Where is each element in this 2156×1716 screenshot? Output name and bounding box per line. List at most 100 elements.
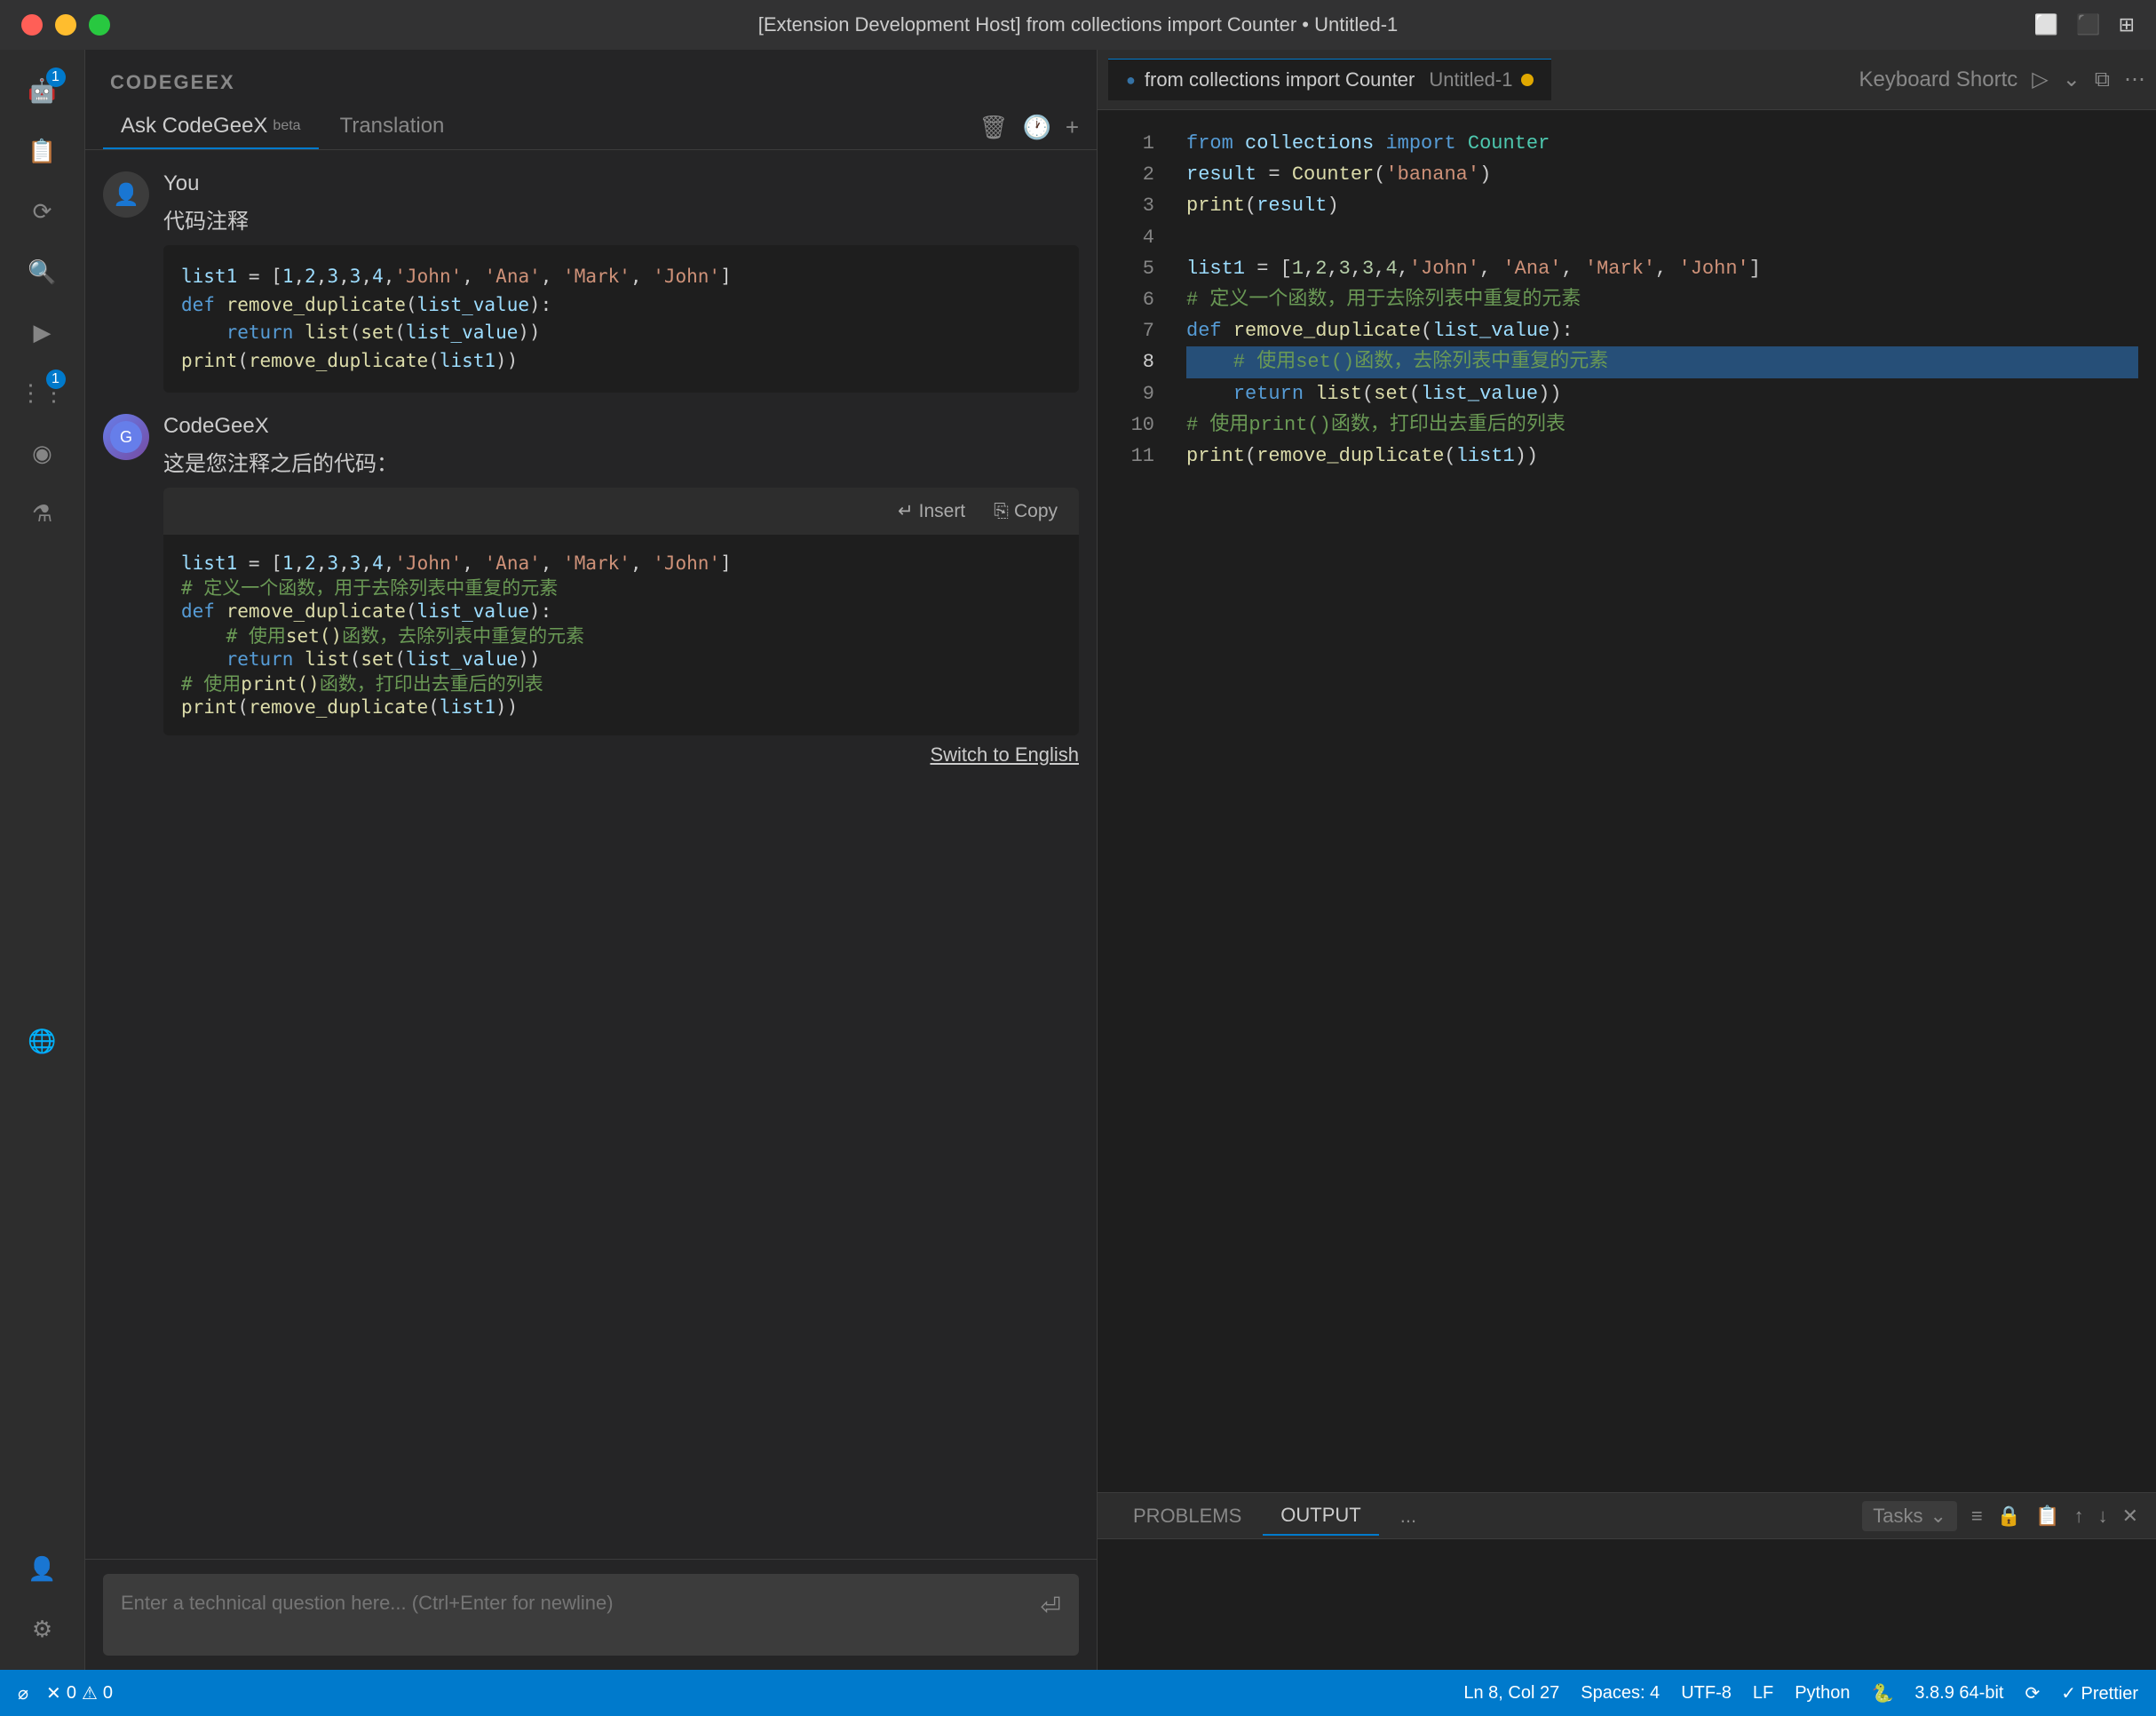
line-ending-setting[interactable]: LF bbox=[1753, 1683, 1773, 1704]
sidebar-item-settings[interactable]: ⚙ bbox=[16, 1602, 69, 1656]
testing-icon: ◉ bbox=[32, 440, 52, 467]
tab-translation[interactable]: Translation bbox=[322, 105, 463, 149]
python-version[interactable]: 3.8.9 64-bit bbox=[1914, 1683, 2003, 1704]
prettier-label[interactable]: ✓ Prettier bbox=[2061, 1682, 2138, 1704]
response-code-block: ↵ Insert ⎘ Copy list1 = [1,2,3,3,4,'John… bbox=[163, 488, 1079, 735]
user-icon: 👤 bbox=[113, 182, 139, 208]
spaces-setting[interactable]: Spaces: 4 bbox=[1581, 1683, 1660, 1704]
more-actions-icon[interactable]: ⋯ bbox=[2124, 67, 2145, 92]
line-num-4: 4 bbox=[1112, 222, 1154, 253]
switch-to-english-button[interactable]: Switch to English bbox=[930, 743, 1079, 766]
sidebar-item-testing[interactable]: ◉ bbox=[16, 426, 69, 480]
code-line-11: print(remove_duplicate(list1)) bbox=[1186, 441, 2138, 472]
titlebar-buttons bbox=[21, 14, 110, 36]
sidebar-item-remote[interactable]: 🌐 bbox=[16, 1014, 69, 1068]
activity-bar: 🤖 1 📋 ⟳ 🔍 ▶ ⋮⋮ 1 ◉ ⚗ 🌐 👤 bbox=[0, 50, 85, 1670]
split-view-icon[interactable]: ⧉ bbox=[2095, 68, 2110, 92]
code-line-8: # 使用set()函数，去除列表中重复的元素 bbox=[1186, 346, 2138, 377]
user-avatar: 👤 bbox=[103, 171, 149, 218]
sidebar-item-sync[interactable]: ⟳ bbox=[16, 185, 69, 238]
tab-output[interactable]: OUTPUT bbox=[1263, 1497, 1378, 1536]
editor-code-lines[interactable]: from collections import Counter result =… bbox=[1169, 110, 2156, 1492]
tab-ask-codegeex[interactable]: Ask CodeGeeX beta bbox=[103, 105, 319, 149]
settings-icon: ⚙ bbox=[32, 1616, 52, 1643]
user-code-block: list1 = [1,2,3,3,4,'John', 'Ana', 'Mark'… bbox=[163, 245, 1079, 393]
tab-problems[interactable]: PROBLEMS bbox=[1115, 1498, 1259, 1535]
sidebar-item-run[interactable]: ▶ bbox=[16, 306, 69, 359]
run-editor-icon[interactable]: ▷ bbox=[2032, 67, 2048, 92]
beta-badge: beta bbox=[273, 118, 300, 134]
ask-tab-label: Ask CodeGeeX bbox=[121, 114, 267, 139]
sync-icon[interactable]: ⟳ bbox=[2025, 1682, 2040, 1704]
new-chat-button[interactable]: + bbox=[1066, 114, 1079, 141]
language-mode[interactable]: Python bbox=[1795, 1683, 1850, 1704]
output-close-icon[interactable]: ✕ bbox=[2122, 1505, 2138, 1528]
output-lock-icon[interactable]: 🔒 bbox=[1997, 1505, 2021, 1528]
delete-chat-button[interactable]: 🗑 bbox=[979, 114, 1008, 141]
minimize-button[interactable] bbox=[55, 14, 76, 36]
sidebar-item-codegeex[interactable]: 🤖 1 bbox=[16, 64, 69, 117]
line-num-9: 9 bbox=[1112, 378, 1154, 409]
sidebar-item-flask[interactable]: ⚗ bbox=[16, 487, 69, 540]
svg-text:G: G bbox=[120, 428, 132, 446]
copy-icon: ⎘ bbox=[994, 501, 1009, 522]
task-selector[interactable]: Tasks ⌄ bbox=[1862, 1501, 1957, 1531]
send-button[interactable]: ⏎ bbox=[1041, 1592, 1061, 1621]
user-message-text: 代码注释 bbox=[163, 203, 1079, 234]
output-list-icon[interactable]: ≡ bbox=[1971, 1505, 1983, 1528]
remote-icon: ⌀ bbox=[18, 1682, 28, 1704]
close-button[interactable] bbox=[21, 14, 43, 36]
split-editor-icon[interactable]: ⬜ bbox=[2034, 13, 2058, 36]
output-panel: PROBLEMS OUTPUT ... Tasks ⌄ ≡ 🔒 📋 ↑ bbox=[1098, 1492, 2156, 1670]
panel-title: CODEGEEX bbox=[85, 50, 1097, 94]
line-num-11: 11 bbox=[1112, 441, 1154, 472]
output-tab-actions: Tasks ⌄ ≡ 🔒 📋 ↑ ↓ ✕ bbox=[1862, 1501, 2138, 1531]
sidebar-item-explorer[interactable]: 📋 bbox=[16, 124, 69, 178]
encoding-setting[interactable]: UTF-8 bbox=[1681, 1683, 1732, 1704]
line-numbers: 1 2 3 4 5 6 7 8 9 10 11 bbox=[1098, 110, 1169, 1492]
layout-icon[interactable]: ⬛ bbox=[2076, 13, 2100, 36]
maximize-button[interactable] bbox=[89, 14, 110, 36]
sidebar-item-extensions[interactable]: ⋮⋮ 1 bbox=[16, 366, 69, 419]
line-num-3: 3 bbox=[1112, 190, 1154, 221]
window-title: [Extension Development Host] from collec… bbox=[758, 13, 1399, 36]
output-copy-icon[interactable]: 📋 bbox=[2035, 1505, 2059, 1528]
panel-tab-bar: Ask CodeGeeX beta Translation 🗑 🕐 + bbox=[85, 94, 1097, 150]
code-line-3: print(result) bbox=[1186, 190, 2138, 221]
insert-button[interactable]: ↵ Insert bbox=[891, 497, 972, 526]
keyboard-shortcut-label: Keyboard Shortc bbox=[1859, 68, 2018, 92]
output-scroll-up-icon[interactable]: ↑ bbox=[2074, 1505, 2084, 1528]
titlebar: [Extension Development Host] from collec… bbox=[0, 0, 2156, 50]
tab-actions: 🗑 🕐 + bbox=[979, 114, 1079, 141]
editor-panel: ● from collections import Counter Untitl… bbox=[1098, 50, 2156, 1670]
switch-language-area: Switch to English bbox=[163, 735, 1079, 775]
search-icon: 🔍 bbox=[28, 258, 56, 286]
editor-tab-actions: Keyboard Shortc ▷ ⌄ ⧉ ⋯ bbox=[1859, 67, 2146, 92]
grid-icon[interactable]: ⊞ bbox=[2119, 13, 2135, 36]
bot-logo: G bbox=[103, 414, 149, 460]
code-line-5: list1 = [1,2,3,3,4,'John', 'Ana', 'Mark'… bbox=[1186, 253, 2138, 284]
status-right: Ln 8, Col 27 Spaces: 4 UTF-8 LF Python 🐍… bbox=[1463, 1682, 2138, 1704]
status-bar: ⌀ ✕ 0 ⚠ 0 Ln 8, Col 27 Spaces: 4 UTF-8 L… bbox=[0, 1670, 2156, 1716]
status-remote[interactable]: ⌀ bbox=[18, 1682, 28, 1704]
run-icon: ▶ bbox=[34, 319, 52, 346]
chat-input[interactable] bbox=[121, 1592, 1030, 1638]
translation-tab-label: Translation bbox=[340, 114, 445, 139]
output-scroll-down-icon[interactable]: ↓ bbox=[2098, 1505, 2108, 1528]
history-button[interactable]: 🕐 bbox=[1022, 114, 1050, 141]
error-count: 0 bbox=[67, 1683, 76, 1704]
sidebar-item-search[interactable]: 🔍 bbox=[16, 245, 69, 298]
main-container: 🤖 1 📋 ⟳ 🔍 ▶ ⋮⋮ 1 ◉ ⚗ 🌐 👤 bbox=[0, 50, 2156, 1670]
tab-more[interactable]: ... bbox=[1383, 1498, 1434, 1535]
line-num-2: 2 bbox=[1112, 159, 1154, 190]
cursor-position[interactable]: Ln 8, Col 27 bbox=[1463, 1683, 1559, 1704]
status-errors[interactable]: ✕ 0 ⚠ 0 bbox=[46, 1682, 113, 1704]
bot-intro-text: 这是您注释之后的代码： bbox=[163, 446, 1079, 477]
bot-message-content: CodeGeeX 这是您注释之后的代码： ↵ Insert ⎘ Copy bbox=[163, 414, 1079, 775]
editor-tab-untitled[interactable]: ● from collections import Counter Untitl… bbox=[1108, 59, 1551, 100]
chevron-down-icon[interactable]: ⌄ bbox=[2063, 67, 2081, 92]
extensions-badge: 1 bbox=[46, 369, 66, 389]
sidebar-item-account[interactable]: 👤 bbox=[16, 1542, 69, 1595]
task-selector-label: Tasks bbox=[1873, 1505, 1922, 1528]
copy-button[interactable]: ⎘ Copy bbox=[987, 497, 1065, 526]
